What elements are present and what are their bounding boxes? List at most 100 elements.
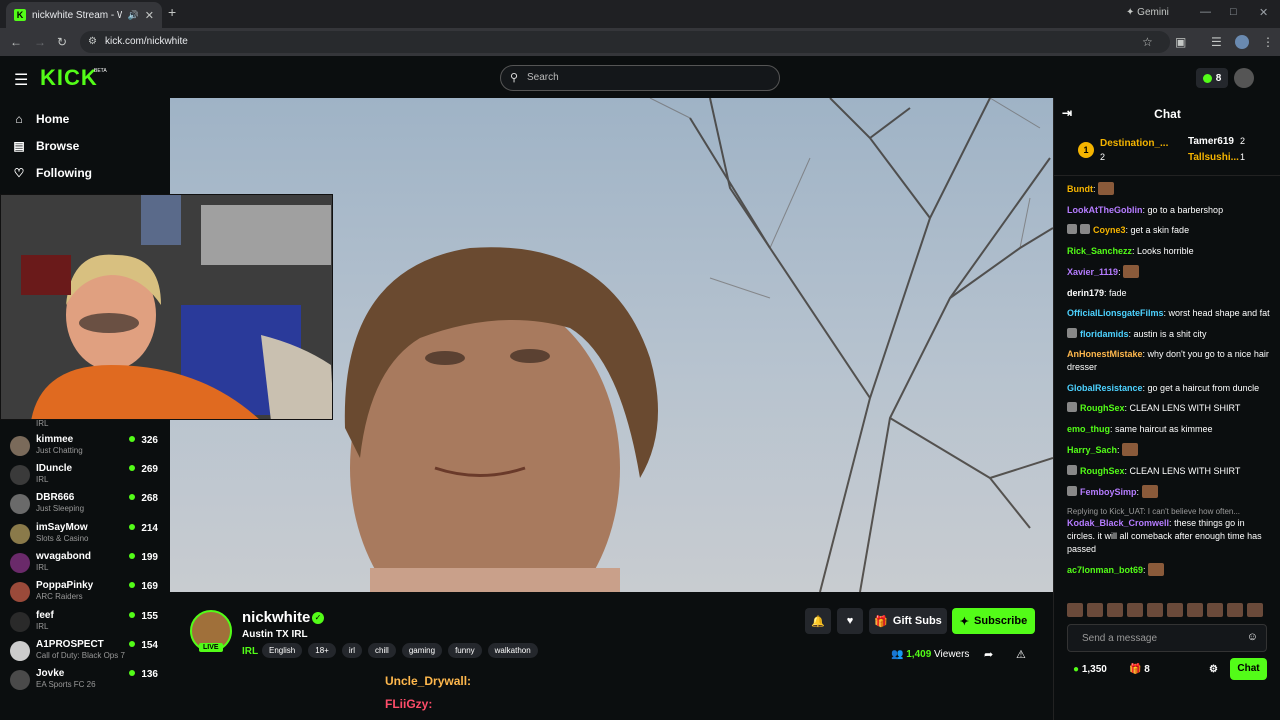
chat-username[interactable]: derin179 xyxy=(1067,288,1104,298)
chat-username[interactable]: FemboySimp xyxy=(1080,487,1137,497)
audio-icon[interactable]: 🔊 xyxy=(128,10,139,21)
url-field[interactable]: ⚙ kick.com/nickwhite xyxy=(80,31,1170,53)
site-info-icon[interactable]: ⚙ xyxy=(88,36,97,47)
send-chat-button[interactable]: Chat xyxy=(1230,658,1267,680)
channel-item[interactable]: IDuncle IRL 269 xyxy=(10,463,160,491)
emote-icon[interactable] xyxy=(1187,603,1203,617)
chat-message: AnHonestMistake: why don't you go to a n… xyxy=(1067,348,1271,374)
notification-bell-button[interactable]: 🔔 xyxy=(805,608,831,634)
points-display[interactable]: ● 1,350 xyxy=(1073,664,1107,675)
streamer-webcam[interactable] xyxy=(0,194,333,420)
chat-username[interactable]: ac7lonman_bot69 xyxy=(1067,565,1143,575)
subscribe-button[interactable]: ✦ Subscribe xyxy=(952,608,1035,634)
chat-username[interactable]: GlobalResistance xyxy=(1067,383,1143,393)
kick-logo[interactable]: KICK xyxy=(40,65,98,91)
channel-item[interactable]: wvagabond IRL 199 xyxy=(10,551,160,579)
chat-username[interactable]: Rick_Sanchezz xyxy=(1067,246,1132,256)
cast-icon[interactable]: ▣ xyxy=(1175,35,1186,49)
bookmark-star-icon[interactable]: ☆ xyxy=(1142,35,1153,49)
channel-name: IDuncle xyxy=(36,463,73,474)
back-icon[interactable]: ← xyxy=(10,35,22,49)
nav-following[interactable]: ♡ Following xyxy=(12,166,92,180)
channel-item[interactable]: kimmee Just Chatting 326 xyxy=(10,434,160,462)
reading-list-icon[interactable]: ☰ xyxy=(1211,35,1222,49)
emote-icon[interactable] xyxy=(1247,603,1263,617)
reload-icon[interactable]: ↻ xyxy=(57,35,67,49)
forward-icon[interactable]: → xyxy=(34,35,46,49)
chat-username[interactable]: Kodak_Black_Cromwell xyxy=(1067,518,1169,528)
emote-icon[interactable] xyxy=(1127,603,1143,617)
streamer-name[interactable]: nickwhite xyxy=(242,609,310,626)
channel-item[interactable]: DBR666 Just Sleeping 268 xyxy=(10,492,160,520)
channel-avatar xyxy=(10,553,30,573)
tag-chip[interactable]: English xyxy=(262,643,303,658)
chat-settings-icon[interactable]: ⚙ xyxy=(1209,664,1218,675)
channel-item[interactable]: A1PROSPECT Call of Duty: Black Ops 7 154 xyxy=(10,639,160,667)
search-input[interactable]: ⚲ Search xyxy=(500,65,780,91)
channel-item[interactable]: PoppaPinky ARC Raiders 169 xyxy=(10,580,160,608)
channel-category: IRL xyxy=(36,563,49,572)
leaderboard-count: 2 xyxy=(1100,152,1106,162)
emote-icon[interactable] xyxy=(1207,603,1223,617)
maximize-icon[interactable]: □ xyxy=(1230,6,1237,18)
chat-message: emo_thug: same haircut as kimmee xyxy=(1067,423,1271,436)
emoji-icon[interactable]: ☺ xyxy=(1247,631,1258,643)
new-tab-button[interactable]: + xyxy=(168,4,176,20)
chat-username[interactable]: OfficialLionsgateFilms xyxy=(1067,308,1164,318)
chat-username[interactable]: Xavier_1119 xyxy=(1067,267,1118,277)
emote-icon[interactable] xyxy=(1067,603,1083,617)
chat-message: RoughSex: CLEAN LENS WITH SHIRT xyxy=(1067,402,1271,415)
chat-username[interactable]: AnHonestMistake xyxy=(1067,349,1143,359)
nav-browse[interactable]: ▤ Browse xyxy=(12,139,79,153)
tag-chip[interactable]: walkathon xyxy=(487,643,538,658)
close-window-icon[interactable]: ✕ xyxy=(1259,6,1268,19)
emote-icon[interactable] xyxy=(1167,603,1183,617)
chat-text: Looks horrible xyxy=(1137,245,1194,256)
tag-chip[interactable]: funny xyxy=(448,643,482,658)
tag-chip[interactable]: 18+ xyxy=(308,643,336,658)
follow-button[interactable]: ♥ xyxy=(837,608,863,634)
collapse-chat-icon[interactable]: ⇥ xyxy=(1062,106,1072,120)
stream-category[interactable]: IRL xyxy=(242,646,258,657)
tag-chip[interactable]: irl xyxy=(341,643,363,658)
chat-message: Rick_Sanchezz: Looks horrible xyxy=(1067,245,1271,258)
tag-chip[interactable]: chill xyxy=(368,643,396,658)
menu-dots-icon[interactable]: ⋮ xyxy=(1262,35,1274,49)
channel-item[interactable]: Jovke EA Sports FC 26 136 xyxy=(10,668,160,696)
channel-item[interactable]: feef IRL 155 xyxy=(10,610,160,638)
emote-icon[interactable] xyxy=(1227,603,1243,617)
stream-title: Austin TX IRL xyxy=(242,629,308,640)
chat-username[interactable]: emo_thug xyxy=(1067,424,1110,434)
leaderboard-name: Tallsushi... xyxy=(1188,152,1239,163)
emote-icon[interactable] xyxy=(1087,603,1103,617)
address-toolbar: ← → ↻ ⚙ kick.com/nickwhite xyxy=(0,28,1280,56)
minimize-icon[interactable]: — xyxy=(1200,6,1211,18)
chat-username[interactable]: Harry_Sach xyxy=(1067,445,1117,455)
tag-chip[interactable]: gaming xyxy=(401,643,443,658)
gemini-button[interactable]: ✦ Gemini xyxy=(1126,7,1169,18)
chat-message-input[interactable]: Send a message ☺ xyxy=(1067,624,1267,652)
gift-count-display[interactable]: 🎁 8 xyxy=(1129,664,1150,675)
channel-avatar xyxy=(10,641,30,661)
chat-username[interactable]: RoughSex xyxy=(1080,403,1125,413)
chat-username[interactable]: Bundt xyxy=(1067,184,1093,194)
chat-username[interactable]: Coyne3 xyxy=(1093,225,1126,235)
chat-username[interactable]: RoughSex xyxy=(1080,466,1125,476)
report-icon[interactable]: ⚠ xyxy=(1016,648,1026,661)
menu-icon[interactable]: ☰ xyxy=(14,70,28,90)
chat-username[interactable]: floridamids xyxy=(1080,329,1129,339)
gift-subs-button[interactable]: 🎁 Gift Subs xyxy=(869,608,947,634)
points-badge[interactable]: 8 xyxy=(1196,68,1228,88)
emote-icon[interactable] xyxy=(1147,603,1163,617)
profile-icon[interactable] xyxy=(1235,35,1249,49)
reply-context[interactable]: Replying to Kick_UAT: I can't believe ho… xyxy=(1067,507,1271,516)
user-avatar[interactable] xyxy=(1234,68,1254,88)
chat-username[interactable]: LookAtTheGoblin xyxy=(1067,205,1143,215)
browser-tab[interactable]: K nickwhite Stream - Watch L... 🔊 ✕ xyxy=(6,2,162,28)
gift-leaderboard[interactable]: 1 Destination_... 2 Tamer619 2 Tallsushi… xyxy=(1054,130,1280,176)
channel-item[interactable]: imSayMow Slots & Casino 214 xyxy=(10,522,160,550)
share-icon[interactable]: ➦ xyxy=(984,648,993,661)
nav-home[interactable]: ⌂ Home xyxy=(12,112,69,126)
close-tab-icon[interactable]: ✕ xyxy=(145,9,154,22)
emote-icon[interactable] xyxy=(1107,603,1123,617)
